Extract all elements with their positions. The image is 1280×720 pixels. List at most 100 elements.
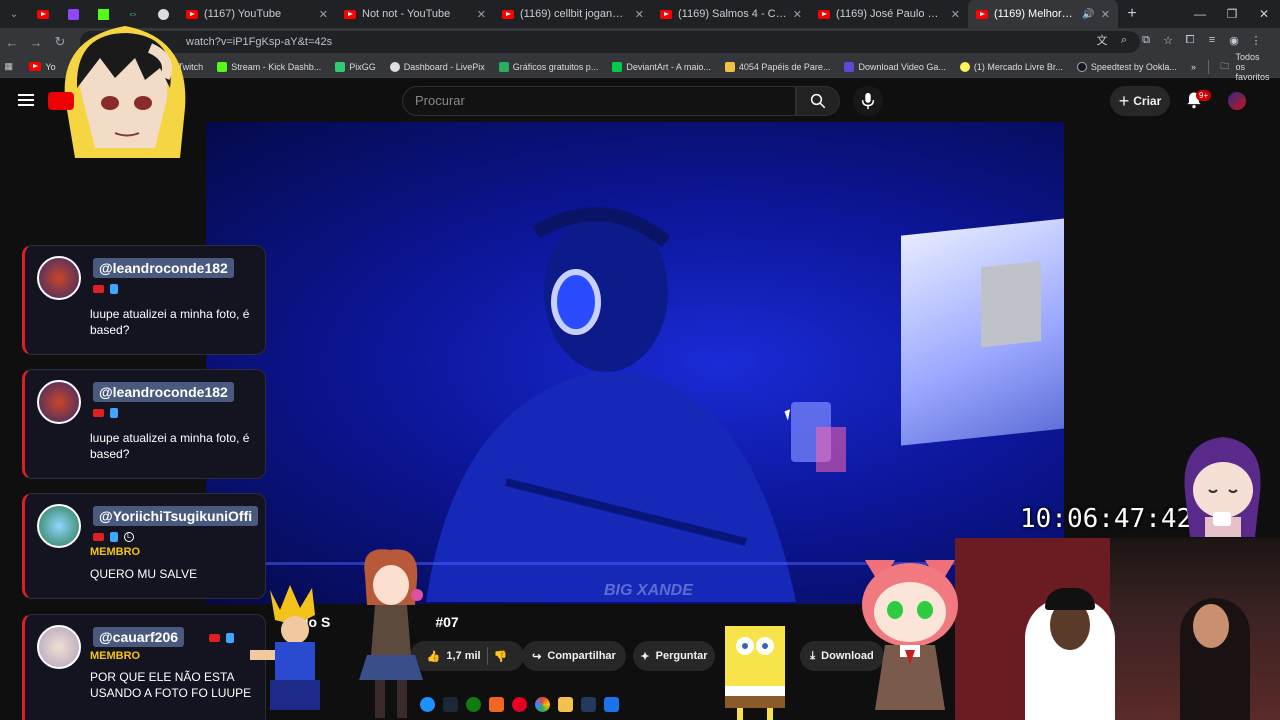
chrome-icon[interactable]: [535, 696, 550, 712]
translate-icon[interactable]: 文: [1094, 32, 1110, 48]
tab-title: Not not - YouTube: [362, 8, 451, 20]
create-label: Criar: [1133, 94, 1162, 108]
restore-icon[interactable]: ❐: [1216, 7, 1248, 21]
install-app-icon[interactable]: ⧉: [1138, 32, 1154, 48]
bookmark-pixgg[interactable]: PixGG: [335, 61, 376, 72]
video-player[interactable]: BIG XANDE: [206, 122, 1064, 604]
tab-youtube-home[interactable]: (1167) YouTube ✕: [178, 0, 336, 28]
sparkle-icon: ✦: [640, 650, 650, 663]
chat-username: @leandroconde182: [93, 382, 234, 402]
menu-hamburger-icon[interactable]: [18, 94, 34, 106]
create-button[interactable]: + Criar: [1110, 86, 1170, 116]
tab-jose-paulo[interactable]: (1169) José Paulo Ribeiro - Yo ✕: [810, 0, 968, 28]
account-avatar[interactable]: [1228, 92, 1246, 110]
more-bookmarks-icon[interactable]: »: [1191, 62, 1196, 72]
search-input[interactable]: Procurar: [402, 86, 796, 116]
member-label: MEMBRO: [90, 650, 141, 662]
dislike-button[interactable]: 👎: [494, 650, 508, 663]
tab-salmos[interactable]: (1169) Salmos 4 - Cid Moreira ✕: [652, 0, 810, 28]
youtube-favicon-icon: [818, 9, 830, 19]
xbox-icon[interactable]: [466, 696, 481, 712]
youtube-favicon-icon: [976, 9, 988, 19]
apps-grid-icon[interactable]: ▦: [0, 61, 17, 72]
tab-title: (1169) cellbit jogando DOKI D: [520, 8, 629, 20]
bookmark-label: Stream - Kick Dashb...: [231, 61, 322, 72]
video-watermark: BIG XANDE: [604, 582, 693, 599]
bookmark-download-video[interactable]: Download Video Ga...: [844, 61, 946, 72]
bookmark-mercado-livre[interactable]: (1) Mercado Livre Br...: [959, 61, 1063, 72]
close-tab-icon[interactable]: ✕: [1101, 8, 1110, 21]
level-badge-icon: L: [124, 532, 134, 542]
shield-badge-icon: [226, 633, 234, 643]
audio-playing-icon[interactable]: 🔊: [1082, 9, 1094, 20]
tab-cellbit[interactable]: (1169) cellbit jogando DOKI D ✕: [494, 0, 652, 28]
shield-badge-icon: [110, 408, 118, 418]
bookmark-kick[interactable]: Stream - Kick Dashb...: [217, 61, 322, 72]
all-bookmarks-link[interactable]: Todos os favoritos: [1235, 52, 1270, 82]
tab-not-not[interactable]: Not not - YouTube ✕: [336, 0, 494, 28]
notification-count-badge: 9+: [1196, 90, 1212, 101]
like-count: 1,7 mil: [446, 650, 481, 662]
browser-menu-icon[interactable]: ⋮: [1248, 32, 1264, 48]
bookmark-graficos[interactable]: Gráficos gratuitos p...: [498, 61, 598, 72]
webcam-cap: [1045, 588, 1095, 610]
voice-search-button[interactable]: [853, 86, 883, 116]
new-tab-button[interactable]: +: [1118, 5, 1146, 23]
ask-button[interactable]: ✦ Perguntar: [633, 641, 715, 671]
notes-icon[interactable]: [604, 696, 619, 712]
bookmark-speedtest[interactable]: Speedtest by Ookla...: [1076, 61, 1177, 72]
bookmark-livepix[interactable]: Dashboard - LivePix: [389, 61, 485, 72]
ask-label: Perguntar: [655, 650, 708, 662]
pinned-tab-youtube[interactable]: [28, 0, 58, 28]
tab-title: (1167) YouTube: [204, 8, 282, 20]
minimize-icon[interactable]: —: [1184, 7, 1216, 21]
close-tab-icon[interactable]: ✕: [793, 8, 802, 21]
chat-avatar: [37, 380, 81, 424]
bookmark-papeis[interactable]: 4054 Papéis de Pare...: [724, 61, 831, 72]
chat-avatar: [37, 625, 81, 669]
back-icon[interactable]: ←: [0, 35, 24, 50]
close-window-icon[interactable]: ✕: [1248, 7, 1280, 21]
close-tab-icon[interactable]: ✕: [951, 8, 960, 21]
url-bar[interactable]: watch?v=iP1FgKsp-aY&t=42s: [80, 31, 1140, 53]
close-tab-icon[interactable]: ✕: [477, 8, 486, 21]
profile-icon[interactable]: ◉: [1226, 32, 1242, 48]
edge-icon[interactable]: [420, 696, 435, 712]
webcam-face-right: [1193, 604, 1229, 648]
url-text: watch?v=iP1FgKsp-aY&t=42s: [186, 36, 333, 48]
bookmark-deviantart[interactable]: DeviantArt - A maio...: [612, 61, 711, 72]
tab-search-chevron-icon[interactable]: ⌄: [0, 0, 28, 28]
vlc-icon[interactable]: [489, 696, 504, 712]
bookmark-label: 4054 Papéis de Pare...: [738, 61, 831, 72]
share-button[interactable]: ↪ Compartilhar: [522, 641, 626, 671]
chat-badges: [209, 633, 234, 643]
bookmark-label: Speedtest by Ookla...: [1090, 61, 1177, 72]
chat-avatar: [37, 256, 81, 300]
steam-icon[interactable]: [443, 696, 458, 712]
pinterest-icon[interactable]: [512, 696, 527, 712]
search-button[interactable]: [796, 86, 840, 116]
file-explorer-icon[interactable]: [558, 696, 573, 712]
desk-lamp-image: [816, 427, 846, 472]
media-control-icon[interactable]: ≡: [1204, 32, 1220, 48]
close-tab-icon[interactable]: ✕: [635, 8, 644, 21]
folder-icon: 🗀: [1220, 60, 1230, 71]
extensions-icon[interactable]: ⧠: [1182, 32, 1198, 48]
chat-message-card: @leandroconde182 luupe atualizei a minha…: [22, 245, 266, 355]
bookmark-star-icon[interactable]: ☆: [1160, 32, 1176, 48]
anime-character-sticker: [64, 26, 186, 158]
youtube-logo-icon[interactable]: [48, 92, 74, 110]
bookmark-youtube[interactable]: Yo: [29, 62, 56, 72]
bookmark-label: PixGG: [349, 61, 376, 72]
close-tab-icon[interactable]: ✕: [319, 8, 328, 21]
wallpaper-icon: [724, 61, 735, 72]
member-label: MEMBRO: [90, 546, 141, 558]
tab-melhores-mensagens[interactable]: (1169) Melhores MENSAG 🔊 ✕: [968, 0, 1118, 28]
chat-text: luupe atualizei a minha foto, é based?: [90, 431, 250, 461]
terminal-icon[interactable]: [581, 696, 596, 712]
yuri-chibi-sticker: [1184, 437, 1261, 537]
zoom-icon[interactable]: ⌕: [1116, 32, 1132, 48]
forward-icon[interactable]: →: [24, 35, 48, 50]
speedtest-icon: [1076, 61, 1087, 72]
youtube-badge-icon: [93, 533, 104, 541]
